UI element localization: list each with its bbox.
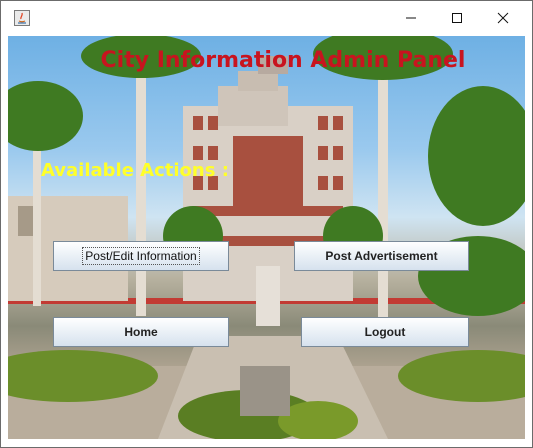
post-advertisement-label: Post Advertisement xyxy=(325,249,438,263)
close-button[interactable] xyxy=(480,1,526,34)
close-icon xyxy=(497,12,509,23)
title-bar[interactable] xyxy=(1,1,532,34)
logout-button[interactable]: Logout xyxy=(301,317,469,347)
home-button[interactable]: Home xyxy=(53,317,229,347)
minimize-button[interactable] xyxy=(388,1,434,34)
actions-heading: Available Actions : xyxy=(41,160,229,181)
logout-label: Logout xyxy=(364,325,406,339)
post-edit-information-button[interactable]: Post/Edit Information xyxy=(53,241,229,271)
minimize-icon xyxy=(406,17,416,18)
post-advertisement-button[interactable]: Post Advertisement xyxy=(294,241,469,271)
java-app-icon xyxy=(14,10,30,26)
app-window: City Information Admin Panel Available A… xyxy=(0,0,533,448)
home-label: Home xyxy=(124,325,158,339)
background-photo: City Information Admin Panel Available A… xyxy=(8,36,525,439)
maximize-icon xyxy=(452,12,462,23)
post-edit-information-label: Post/Edit Information xyxy=(82,247,200,265)
maximize-button[interactable] xyxy=(434,1,480,34)
page-title: City Information Admin Panel xyxy=(100,48,466,73)
